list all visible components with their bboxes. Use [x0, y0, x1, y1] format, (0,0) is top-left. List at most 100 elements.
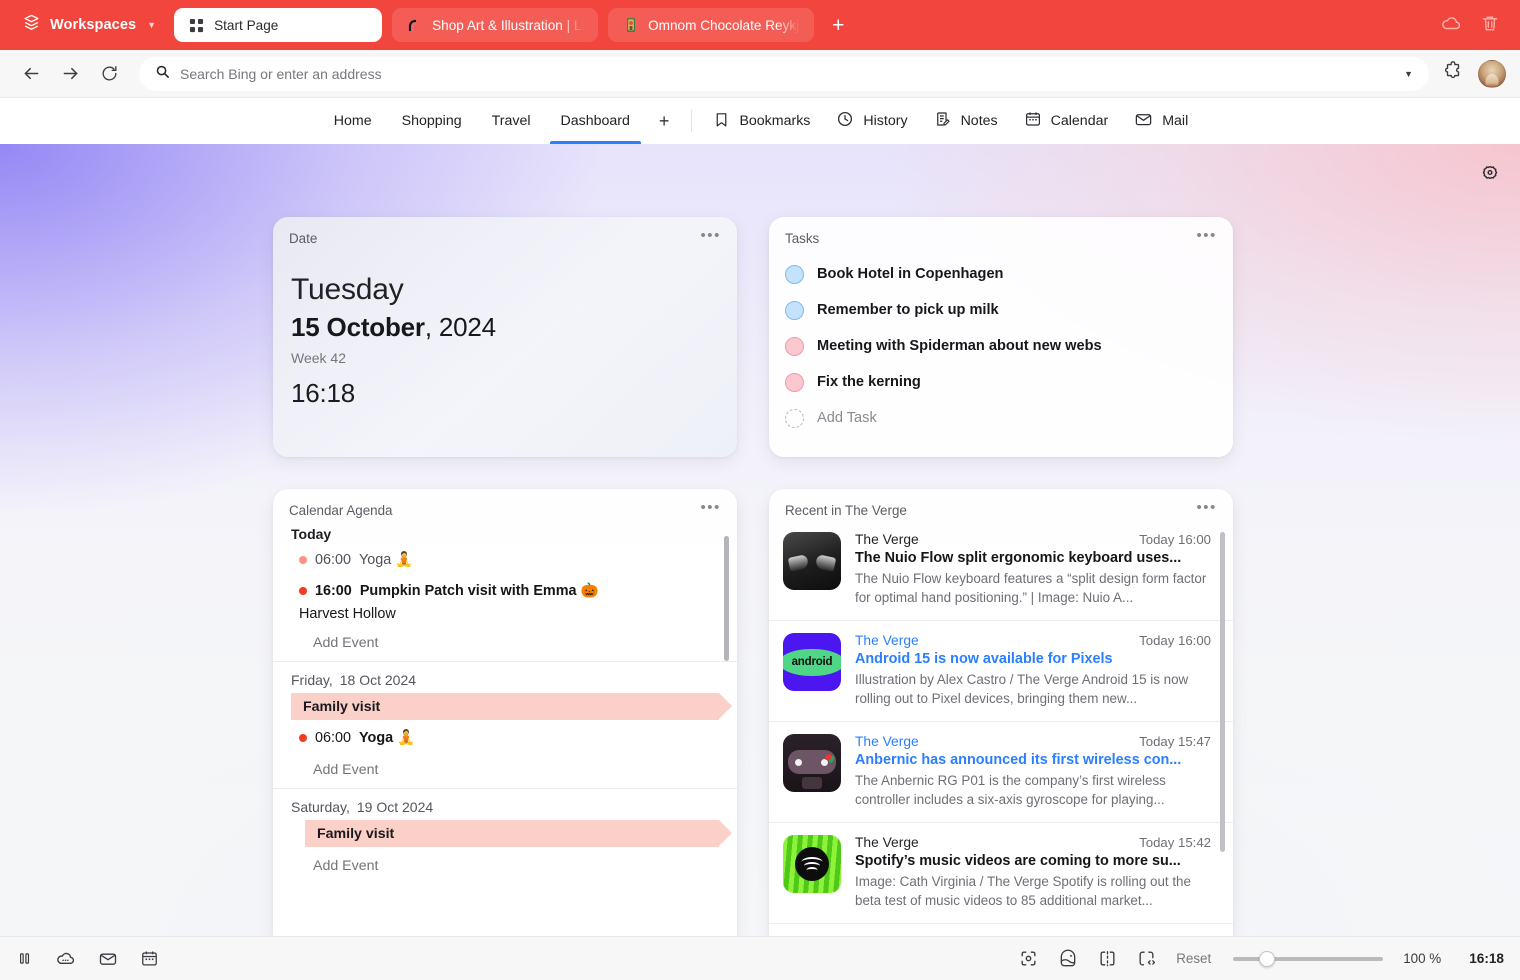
widget-header: Tasks •••: [769, 217, 1233, 246]
calendar-icon[interactable]: [140, 949, 159, 968]
split-view-icon[interactable]: [1098, 949, 1117, 968]
event-color-dot: [299, 555, 307, 564]
puzzle-icon[interactable]: [1442, 60, 1464, 87]
zoom-reset-button[interactable]: Reset: [1176, 951, 1211, 966]
task-item[interactable]: Meeting with Spiderman about new webs: [785, 328, 1217, 364]
task-item[interactable]: Remember to pick up milk: [785, 292, 1217, 328]
agenda-allday-event[interactable]: Family visit: [305, 820, 732, 847]
agenda-event[interactable]: 06:00 Yoga 🧘: [291, 722, 719, 753]
search-icon: [155, 64, 170, 84]
forward-button[interactable]: [53, 57, 87, 91]
event-color-dot: [299, 733, 307, 742]
nav-tool-calendar[interactable]: Calendar: [1011, 110, 1122, 132]
agenda-day-section: Saturday, 19 Oct 2024 Family visit Add Ev…: [273, 795, 737, 884]
status-bar-right: Reset 100 % 16:18: [1019, 949, 1504, 969]
widget-title: Tasks: [785, 231, 820, 246]
new-tab-button[interactable]: +: [824, 15, 852, 36]
add-page-button[interactable]: +: [645, 111, 684, 132]
widget-title: Calendar Agenda: [289, 503, 393, 518]
keyboard-thumb: [783, 532, 841, 590]
address-bar[interactable]: Search Bing or enter an address ▼: [139, 56, 1429, 91]
address-bar-placeholder: Search Bing or enter an address: [180, 65, 382, 82]
task-checkbox[interactable]: [785, 300, 804, 320]
date-full: 15 October, 2024: [291, 308, 719, 347]
add-event-button[interactable]: Add Event: [291, 626, 719, 661]
browser-tab-omnom-chocolate[interactable]: Omnom Chocolate Reykjav: [608, 8, 815, 42]
workspaces-button[interactable]: Workspaces ▼: [14, 9, 164, 41]
agenda-scroll-area[interactable]: Today 06:00 Yoga 🧘 16:00 Pumpkin Patch v…: [273, 518, 737, 936]
date-weekday: Tuesday: [291, 273, 404, 306]
add-event-button[interactable]: Add Event: [291, 753, 719, 788]
zoom-slider[interactable]: [1233, 950, 1384, 967]
news-timestamp: Today 15:47: [1139, 734, 1211, 749]
news-source: The Verge: [855, 532, 919, 547]
news-article[interactable]: The Verge Today 15:42 Spotify’s music vi…: [769, 823, 1233, 924]
news-article[interactable]: The Verge Today 16:00 The Nuio Flow spli…: [769, 520, 1233, 621]
task-item[interactable]: Book Hotel in Copenhagen: [785, 256, 1217, 292]
status-bar: Reset 100 % 16:18: [0, 936, 1520, 980]
capture-icon[interactable]: [1019, 949, 1038, 968]
nav-divider: [691, 110, 693, 132]
nav-tool-label: History: [863, 113, 908, 129]
nav-tool-label: Mail: [1162, 113, 1189, 129]
nav-page-shopping[interactable]: Shopping: [387, 99, 477, 144]
more-dots-icon[interactable]: •••: [700, 228, 721, 243]
mail-icon[interactable]: [98, 949, 118, 969]
nav-page-travel[interactable]: Travel: [477, 99, 546, 144]
globe-icon[interactable]: [1058, 949, 1078, 969]
devtools-icon[interactable]: [1137, 949, 1156, 968]
agenda-event[interactable]: 16:00 Pumpkin Patch visit with Emma 🎃: [291, 575, 719, 606]
browser-tab-shop-art[interactable]: Shop Art & Illustration | Lis: [392, 8, 599, 42]
add-event-button[interactable]: Add Event: [291, 849, 719, 884]
news-scroll-area[interactable]: The Verge Today 16:00 The Nuio Flow spli…: [769, 518, 1233, 936]
task-item[interactable]: Fix the kerning: [785, 364, 1217, 400]
chocolate-icon: [622, 17, 639, 34]
nav-tool-history[interactable]: History: [823, 110, 920, 132]
event-location: Harvest Hollow: [299, 606, 396, 622]
agenda-allday-event[interactable]: Family visit: [291, 693, 732, 720]
date-widget: Date ••• Tuesday 15 October, 2024 Week 4…: [273, 217, 737, 457]
add-task-circle-icon: [785, 408, 804, 428]
news-scrollbar[interactable]: [1220, 532, 1225, 852]
task-label: Remember to pick up milk: [817, 302, 999, 318]
gear-icon[interactable]: [1480, 164, 1500, 189]
chevron-down-icon[interactable]: ▼: [1404, 69, 1417, 79]
tasks-widget: Tasks ••• Book Hotel in Copenhagen Remem…: [769, 217, 1233, 457]
date-year: , 2024: [424, 311, 496, 342]
agenda-event[interactable]: 06:00 Yoga 🧘: [291, 544, 719, 575]
task-checkbox[interactable]: [785, 336, 804, 356]
more-dots-icon[interactable]: •••: [700, 500, 721, 515]
android-thumb: android: [783, 633, 841, 691]
pause-icon[interactable]: [16, 950, 33, 967]
workspaces-icon: [22, 13, 41, 37]
news-article-body: The Verge Today 15:47 Anbernic has annou…: [855, 734, 1211, 809]
add-task-button[interactable]: Add Task: [785, 400, 1217, 436]
navigation-bar-actions: [1442, 59, 1506, 88]
nav-page-home[interactable]: Home: [319, 99, 387, 144]
widget-grid: Date ••• Tuesday 15 October, 2024 Week 4…: [273, 217, 1233, 936]
zoom-slider-knob[interactable]: [1259, 950, 1276, 967]
task-checkbox[interactable]: [785, 372, 804, 392]
cloud-icon[interactable]: [1440, 12, 1462, 39]
browser-tab-start-page[interactable]: Start Page: [174, 8, 383, 42]
news-article-meta: The Verge Today 16:00: [855, 633, 1211, 648]
trash-icon[interactable]: [1480, 13, 1500, 38]
more-dots-icon[interactable]: •••: [1196, 500, 1217, 515]
news-article[interactable]: The Verge Today 15:47 Anbernic has annou…: [769, 722, 1233, 823]
zoom-level-label: 100 %: [1403, 951, 1442, 966]
reload-button[interactable]: [92, 57, 126, 91]
start-page-nav: Home Shopping Travel Dashboard + Bookmar…: [0, 98, 1520, 144]
task-checkbox[interactable]: [785, 264, 804, 284]
back-button[interactable]: [14, 57, 48, 91]
nav-tool-bookmarks[interactable]: Bookmarks: [700, 111, 823, 132]
avatar[interactable]: [1478, 59, 1506, 88]
cloud-dots-icon[interactable]: [55, 948, 76, 969]
nav-tool-notes[interactable]: Notes: [921, 110, 1011, 132]
more-dots-icon[interactable]: •••: [1196, 228, 1217, 243]
news-description: The Nuio Flow keyboard features a “split…: [855, 571, 1207, 606]
news-article[interactable]: android The Verge Today 16:00 Android 15…: [769, 621, 1233, 722]
agenda-scrollbar[interactable]: [724, 536, 729, 661]
nav-tool-mail[interactable]: Mail: [1121, 110, 1201, 133]
nav-page-dashboard[interactable]: Dashboard: [546, 99, 645, 144]
news-headline: Spotify’s music videos are coming to mor…: [855, 853, 1181, 869]
